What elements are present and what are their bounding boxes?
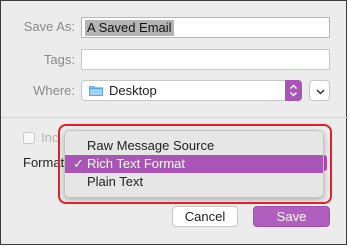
where-popup[interactable]: Desktop xyxy=(81,80,302,101)
tags-field[interactable] xyxy=(81,49,330,70)
popup-arrows-icon xyxy=(285,80,302,101)
highlight-annotation xyxy=(58,124,332,204)
expand-button[interactable] xyxy=(309,80,330,101)
where-value: Desktop xyxy=(109,83,157,98)
save-as-label: Save As: xyxy=(23,19,75,34)
cancel-button[interactable]: Cancel xyxy=(172,206,238,227)
include-attachments-checkbox[interactable] xyxy=(23,132,35,144)
where-label: Where: xyxy=(33,83,75,98)
save-as-field[interactable]: A Saved Email xyxy=(81,17,330,38)
save-button[interactable]: Save xyxy=(253,206,330,227)
chevron-down-icon xyxy=(316,89,325,95)
divider xyxy=(1,117,348,118)
tags-label: Tags: xyxy=(43,52,75,67)
folder-icon xyxy=(89,86,103,96)
save-as-value: A Saved Email xyxy=(85,20,174,36)
include-label: Inc xyxy=(41,130,59,145)
save-dialog: Save As: A Saved Email Tags: Where: Desk… xyxy=(0,0,348,245)
